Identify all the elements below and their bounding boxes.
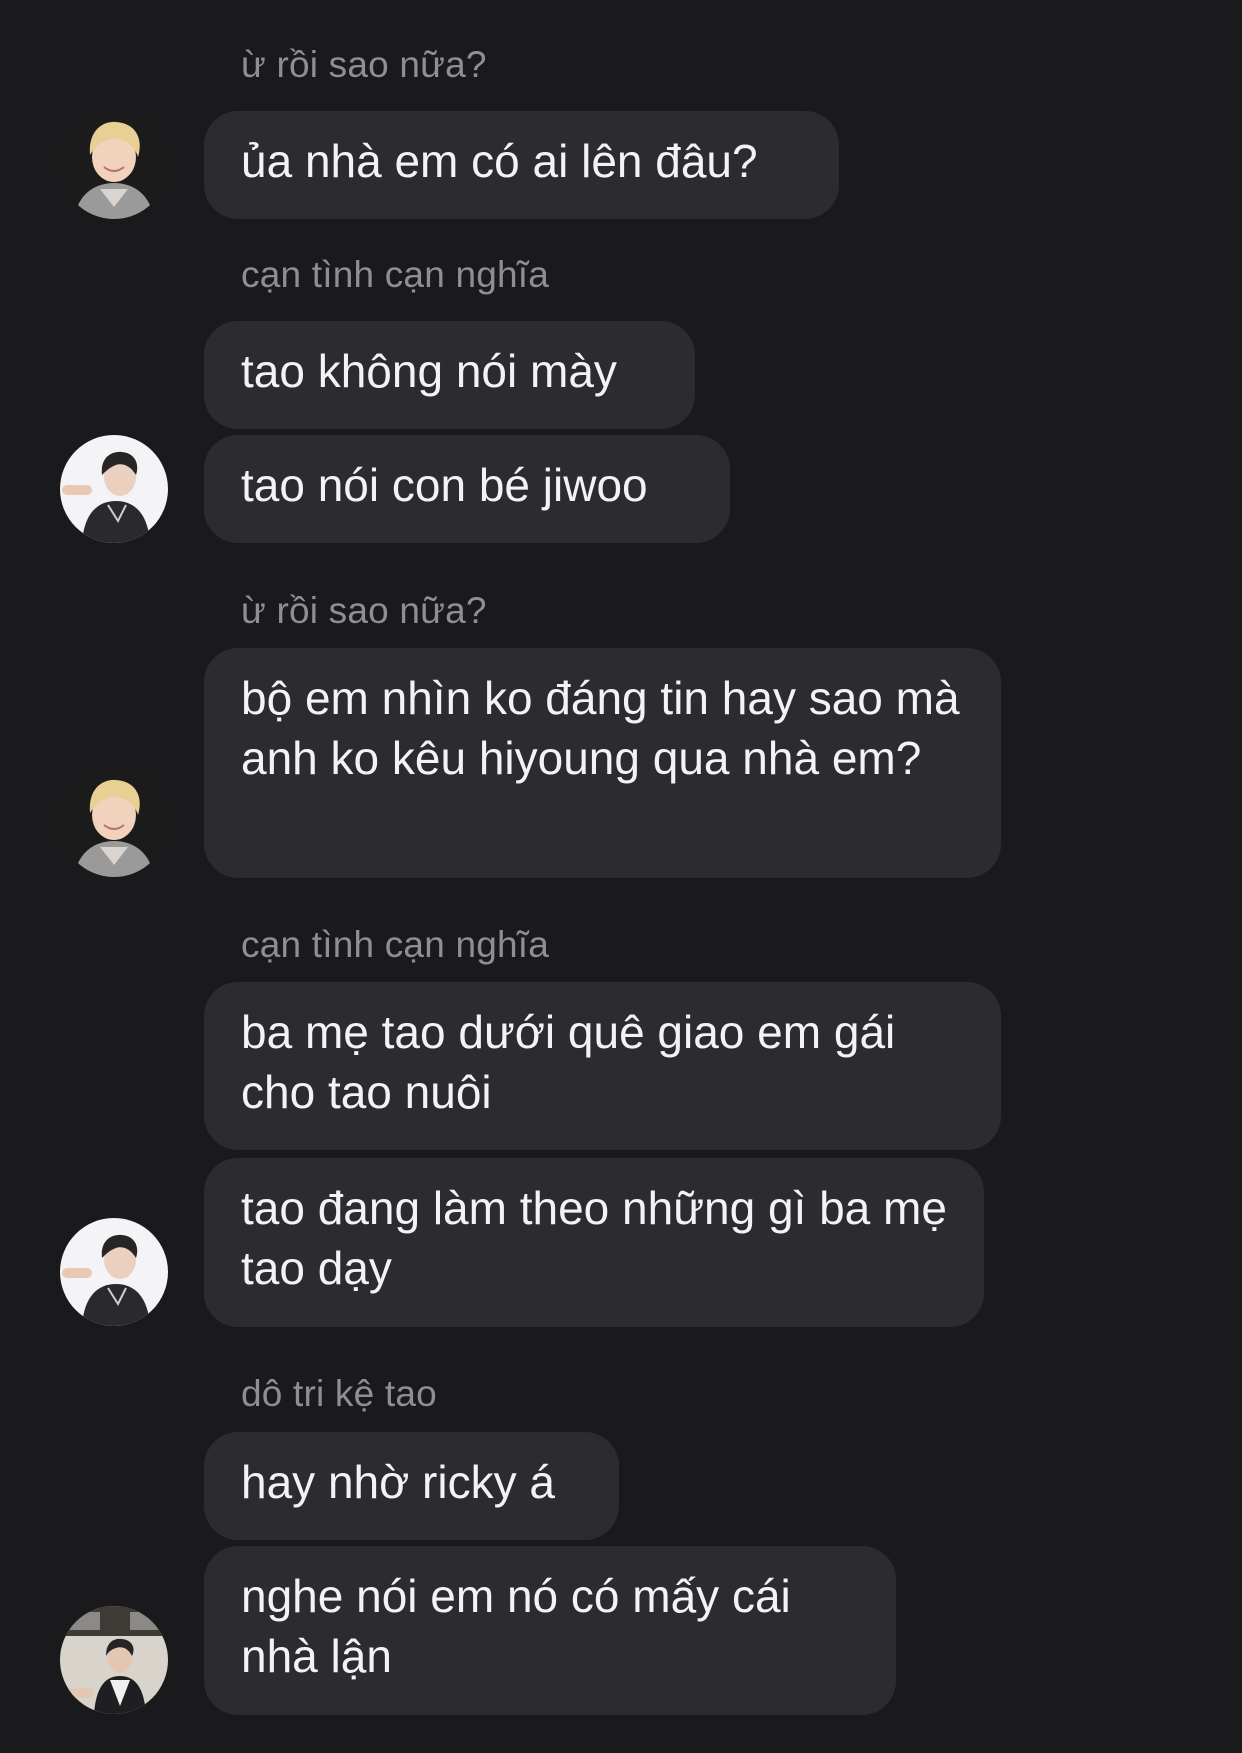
sender-name: cạn tình cạn nghĩa <box>241 924 550 965</box>
avatar-dark-jacket-icon <box>60 1606 168 1714</box>
sender-name: cạn tình cạn nghĩa <box>241 254 550 295</box>
message-bubble[interactable]: ủa nhà em có ai lên đâu? <box>204 111 839 219</box>
message-bubble[interactable]: tao không nói mày <box>204 321 695 429</box>
avatar-dark-hair[interactable] <box>60 1218 168 1326</box>
avatar-blonde[interactable] <box>60 111 168 219</box>
avatar-dark-hair-icon <box>60 435 168 543</box>
avatar-blonde-icon <box>60 769 168 877</box>
sender-name: dô tri kệ tao <box>241 1373 437 1414</box>
avatar-blonde-icon <box>60 111 168 219</box>
avatar-dark-hair[interactable] <box>60 435 168 543</box>
avatar-dark-jacket[interactable] <box>60 1606 168 1714</box>
message-bubble[interactable]: bộ em nhìn ko đáng tin hay sao mà anh ko… <box>204 648 1001 878</box>
message-bubble[interactable]: ba mẹ tao dưới quê giao em gái cho tao n… <box>204 982 1001 1150</box>
message-bubble[interactable]: hay nhờ ricky á <box>204 1432 619 1540</box>
avatar-blonde[interactable] <box>60 769 168 877</box>
chat-thread: ừ rồi sao nữa? ủa nhà em có ai lên đâu? … <box>0 0 1242 1753</box>
sender-name: ừ rồi sao nữa? <box>241 590 487 631</box>
sender-name: ừ rồi sao nữa? <box>241 44 487 85</box>
message-bubble[interactable]: tao nói con bé jiwoo <box>204 435 730 543</box>
message-bubble[interactable]: nghe nói em nó có mấy cái nhà lận <box>204 1546 896 1715</box>
message-bubble[interactable]: tao đang làm theo những gì ba mẹ tao dạy <box>204 1158 984 1327</box>
avatar-dark-hair-icon <box>60 1218 168 1326</box>
